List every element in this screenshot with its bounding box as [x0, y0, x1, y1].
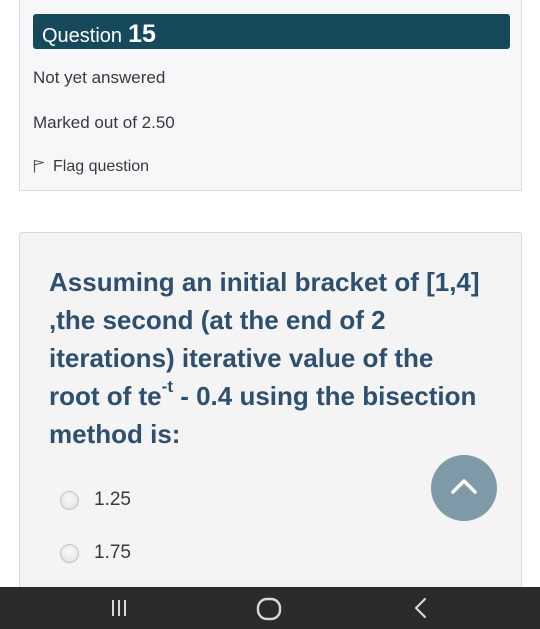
flag-question-link[interactable]: Flag question	[33, 155, 149, 178]
android-navigation-bar	[0, 587, 540, 629]
back-icon[interactable]	[412, 597, 430, 624]
scroll-to-top-button[interactable]	[431, 455, 497, 521]
answer-radio-1[interactable]	[60, 490, 79, 510]
flag-question-label: Flag question	[53, 157, 150, 175]
question-status: Not yet answered	[33, 68, 166, 87]
question-info-panel: Question 15 Not yet answered Marked out …	[19, 0, 522, 191]
answer-option-2[interactable]: 1.75	[60, 542, 131, 564]
answer-radio-2[interactable]	[60, 543, 79, 563]
chevron-up-icon	[450, 477, 478, 500]
question-header: Question 15	[33, 14, 510, 49]
recents-icon[interactable]	[108, 597, 130, 624]
question-number: 15	[128, 20, 156, 48]
answer-label-1: 1.25	[94, 489, 131, 510]
answer-option-1[interactable]: 1.25	[60, 489, 131, 511]
question-text: Assuming an initial bracket of [1,4] ,th…	[49, 263, 489, 453]
question-body: Assuming an initial bracket of [1,4] ,th…	[19, 232, 522, 602]
home-icon[interactable]	[256, 597, 282, 626]
question-marks: Marked out of 2.50	[33, 113, 175, 132]
question-label: Question	[42, 25, 123, 47]
question-text-exponent: -t	[161, 377, 173, 397]
flag-icon	[33, 155, 53, 178]
answer-label-2: 1.75	[94, 542, 131, 563]
